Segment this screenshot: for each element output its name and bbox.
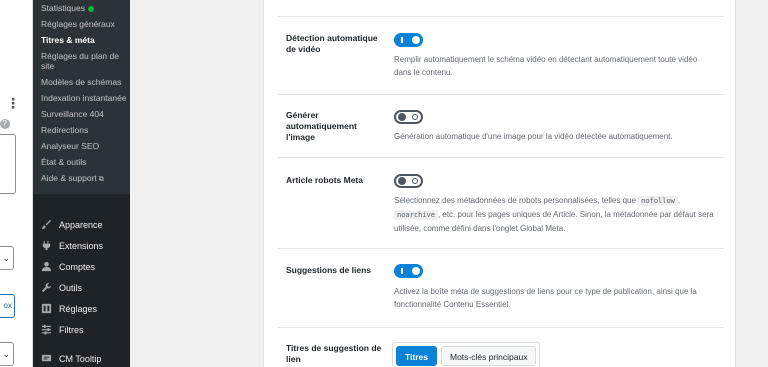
row-divider [278, 16, 724, 17]
link-suggestions-toggle[interactable] [394, 264, 423, 278]
settings-icon [40, 303, 52, 315]
row-divider [278, 94, 724, 95]
suggestion-titles-label: Titres de suggestion de lien [286, 343, 382, 364]
main-menu: Apparence Extensions Comptes Outils Régl… [33, 214, 130, 367]
submenu-item-reglages-generaux[interactable]: Réglages généraux [33, 16, 130, 32]
suggestion-titles-segmented-control: Titres Mots-clés principaux [392, 342, 541, 367]
main-content: Détection automatique de vidéo Remplir a… [130, 0, 768, 367]
menu-item-cm-tooltip[interactable]: CM Tooltip [33, 348, 130, 367]
menu-label: Extensions [59, 240, 104, 251]
menu-label: Réglages [59, 303, 98, 314]
menu-item-comptes[interactable]: Comptes [33, 256, 130, 277]
code-nofollow: nofollow [638, 196, 678, 206]
link-suggestions-description: Activez la boîte méta de suggestions de … [394, 287, 697, 309]
menu-item-outils[interactable]: Outils [33, 277, 130, 298]
menu-label: Outils [59, 282, 83, 293]
option-mots-cles[interactable]: Mots-clés principaux [441, 346, 537, 366]
robots-meta-toggle[interactable] [394, 174, 423, 188]
robots-meta-description: Sélectionnez des métadonnées de robots p… [394, 194, 714, 235]
menu-label: Filtres [59, 324, 84, 335]
select-dropdown-1[interactable]: ⌄ [0, 246, 14, 270]
sliders-icon [40, 324, 52, 336]
submenu-item-statistiques[interactable]: Statistiques [33, 0, 130, 16]
tooltip-icon [40, 353, 52, 365]
select-dropdown-2[interactable]: ⌄ [0, 342, 14, 366]
submenu-item-etat-outils[interactable]: État & outils [33, 154, 130, 170]
menu-item-extensions[interactable]: Extensions [33, 235, 130, 256]
robots-meta-label: Article robots Meta [286, 175, 363, 185]
description-separator: , [677, 196, 681, 205]
menu-item-apparence[interactable]: Apparence [33, 214, 130, 235]
menu-label: Apparence [59, 219, 103, 230]
seo-submenu: Statistiques Réglages généraux Titres & … [33, 0, 130, 194]
toggle-switch-on[interactable] [394, 33, 423, 47]
menu-item-filtres[interactable]: Filtres [33, 319, 130, 340]
video-detection-description: Remplir automatiquement le schéma vidéo … [394, 55, 698, 77]
paintbrush-icon [40, 219, 52, 231]
submenu-item-surveillance-404[interactable]: Surveillance 404 [33, 106, 130, 122]
auto-image-description: Génération automatique d'une image pour … [394, 132, 673, 141]
code-noarchive: noarchive [394, 210, 438, 220]
menu-item-reglages[interactable]: Réglages [33, 298, 130, 319]
link-suggestions-label: Suggestions de liens [286, 265, 372, 275]
user-icon [40, 261, 52, 273]
row-divider [278, 157, 724, 158]
toggle-switch-on[interactable] [394, 264, 423, 278]
video-detection-toggle[interactable] [394, 33, 423, 47]
submenu-label: Statistiques [41, 3, 85, 13]
option-titres[interactable]: Titres [396, 346, 437, 366]
chevron-down-icon: ⌄ [2, 349, 10, 359]
video-detection-label: Détection automatique de vidéo [286, 33, 378, 54]
toggle-switch-off[interactable] [394, 174, 423, 188]
submenu-item-analyseur-seo[interactable]: Analyseur SEO [33, 138, 130, 154]
description-text: , etc. pour les pages uniques de Article… [394, 210, 714, 233]
status-dot-icon [87, 5, 94, 12]
admin-sidebar: Statistiques Réglages généraux Titres & … [33, 0, 130, 367]
menu-label: CM Tooltip [59, 353, 102, 364]
external-link-icon: ⧉ [98, 176, 104, 183]
textarea-field[interactable] [0, 134, 16, 194]
toggle-switch-off[interactable] [394, 110, 423, 124]
auto-image-label: Générer automatiquement l'image [286, 110, 357, 142]
menu-label: Comptes [59, 261, 96, 272]
help-icon: ? [0, 119, 10, 129]
wrench-icon [40, 282, 52, 294]
edge-button[interactable]: ox [0, 294, 15, 318]
left-edge-panel: · ⋮ t? ⌄ ox ⌄ [0, 0, 33, 367]
submenu-item-aide-support[interactable]: Aide & support ⧉ [33, 170, 130, 188]
auto-image-toggle[interactable] [394, 110, 423, 124]
more-options-icon[interactable]: ⋮ [6, 96, 20, 110]
submenu-item-plan-de-site[interactable]: Réglages du plan de site [33, 48, 130, 74]
submenu-label: Aide & support [41, 173, 97, 183]
settings-card: Détection automatique de vidéo Remplir a… [263, 0, 736, 367]
submenu-item-modeles-schemas[interactable]: Modèles de schémas [33, 74, 130, 90]
row-divider [278, 248, 724, 249]
description-text: Sélectionnez des métadonnées de robots p… [394, 196, 636, 205]
help-link[interactable]: t? [0, 118, 10, 129]
edge-mark: · [0, 32, 1, 41]
submenu-item-titres-meta[interactable]: Titres & méta [33, 32, 130, 48]
submenu-item-indexation[interactable]: Indexation instantanée [33, 90, 130, 106]
row-divider [278, 327, 724, 328]
plugin-icon [40, 240, 52, 252]
submenu-item-redirections[interactable]: Redirections [33, 122, 130, 138]
chevron-down-icon: ⌄ [2, 253, 10, 263]
